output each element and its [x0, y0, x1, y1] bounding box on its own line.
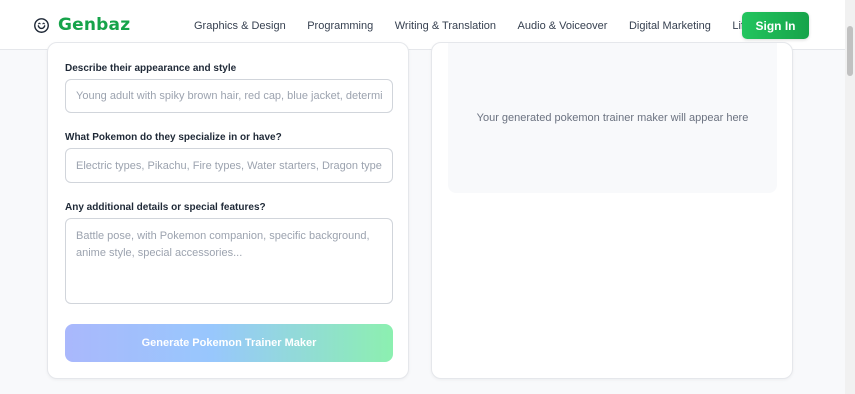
brand-name: Genbaz	[58, 15, 131, 35]
output-placeholder: Your generated pokemon trainer maker wil…	[476, 112, 749, 124]
sign-in-button[interactable]: Sign In	[742, 12, 809, 39]
logo[interactable]: Genbaz	[33, 15, 130, 35]
main-nav: Graphics & Design Programming Writing & …	[194, 20, 794, 32]
details-label: Any additional details or special featur…	[65, 202, 266, 213]
page-scrollbar[interactable]	[845, 0, 855, 394]
details-textarea[interactable]	[65, 218, 393, 304]
output-card: Your generated pokemon trainer maker wil…	[431, 42, 793, 379]
smiley-icon	[34, 17, 49, 33]
output-area: Your generated pokemon trainer maker wil…	[448, 43, 777, 193]
nav-digital-marketing[interactable]: Digital Marketing	[629, 20, 711, 32]
nav-audio-voiceover[interactable]: Audio & Voiceover	[518, 20, 608, 32]
nav-writing-translation[interactable]: Writing & Translation	[395, 20, 496, 32]
appearance-input[interactable]	[65, 79, 393, 113]
generate-button[interactable]: Generate Pokemon Trainer Maker	[65, 324, 393, 362]
specialty-input[interactable]	[65, 148, 393, 183]
appearance-label: Describe their appearance and style	[65, 63, 237, 74]
scrollbar-thumb[interactable]	[847, 26, 853, 76]
specialty-label: What Pokemon do they specialize in or ha…	[65, 132, 282, 143]
generator-form-card: Describe their appearance and style What…	[47, 42, 409, 379]
nav-graphics-design[interactable]: Graphics & Design	[194, 20, 286, 32]
nav-programming[interactable]: Programming	[307, 20, 373, 32]
